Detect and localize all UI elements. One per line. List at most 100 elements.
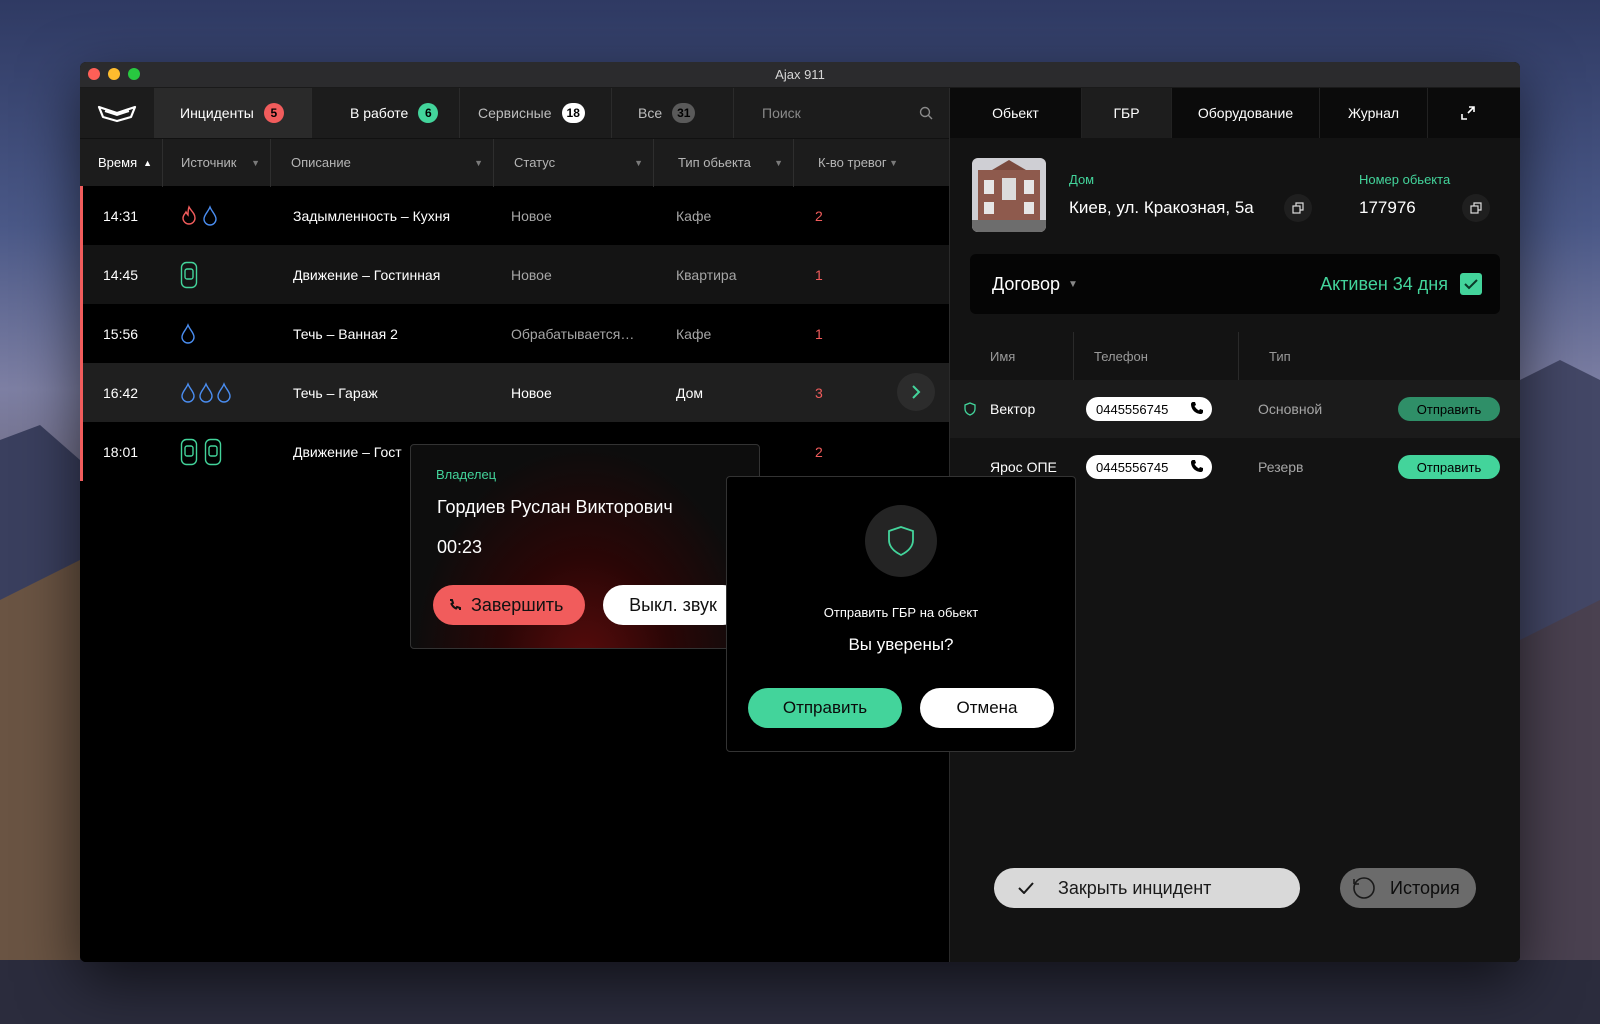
water-drop-icon [181,381,195,403]
row-source [180,186,218,245]
confirm-cancel-button[interactable]: Отмена [920,688,1054,728]
check-icon [1018,882,1034,894]
row-source [180,245,198,304]
column-alarm-count[interactable]: К-во тревог ▼ [794,139,924,187]
column-phone: Телефон [1074,332,1239,380]
confirm-dialog: Отправить ГБР на обьект Вы уверены? Отпр… [726,476,1076,752]
object-photo [972,158,1046,232]
confirm-question: Вы уверены? [848,635,954,654]
close-incident-label: Закрыть инцидент [1058,877,1212,898]
column-name: Имя [950,332,1074,380]
sort-asc-icon: ▲ [143,157,152,168]
phone-icon [1191,460,1203,472]
close-window-button[interactable] [88,68,100,80]
shield-icon [888,526,914,557]
row-description: Движение – Гост [293,443,402,460]
gbr-row[interactable]: Вектор 0445556745 Основной Отправить [950,380,1520,438]
sort-icon: ▼ [251,157,260,168]
check-icon [1464,279,1478,290]
chevron-down-icon: ▼ [1067,278,1078,290]
row-alarm-count: 1 [815,325,823,342]
column-description[interactable]: Описание ▼ [271,138,494,187]
shield-badge [865,505,937,577]
motion-sensor-icon [180,261,198,288]
tab-object[interactable]: Обьект [950,88,1082,138]
contract-active-checkbox[interactable] [1460,273,1482,295]
search-icon [919,106,933,120]
confirm-send-button[interactable]: Отправить [748,688,902,728]
contract-bar[interactable]: Договор ▼ Активен 34 дня [970,254,1500,314]
sort-icon: ▼ [474,157,483,168]
column-type: Тип [1269,348,1291,364]
in-progress-count-badge: 6 [418,103,439,123]
send-gbr-button[interactable]: Отправить [1398,455,1500,479]
call-phone-button[interactable]: 0445556745 [1086,397,1212,421]
row-object-type: Кафе [676,325,712,342]
zoom-window-button[interactable] [128,68,140,80]
end-call-button[interactable]: Завершить [433,585,585,625]
gbr-table-header: Имя Телефон Тип [950,332,1520,380]
history-button[interactable]: История [1340,868,1476,908]
object-address: Киев, ул. Кракозная, 5а [1069,198,1254,217]
minimize-window-button[interactable] [108,68,120,80]
tab-label: Все [638,105,663,121]
tab-journal[interactable]: Журнал [1320,88,1428,138]
window-title: Ajax 911 [775,67,825,82]
table-row[interactable]: 15:56 Течь – Ванная 2 Обрабатывается… Ка… [80,304,949,363]
close-incident-button[interactable]: Закрыть инцидент [994,868,1300,908]
row-status: Новое [511,207,552,224]
tab-equipment[interactable]: Оборудование [1172,88,1320,138]
tab-incidents[interactable]: Инциденты 5 [154,88,312,138]
column-label: Статус [514,155,556,170]
call-phone-button[interactable]: 0445556745 [1086,455,1212,479]
row-description: Течь – Ванная 2 [293,325,398,342]
history-label: История [1390,877,1460,898]
expand-button[interactable] [1428,88,1508,138]
send-gbr-button[interactable]: Отправить [1398,397,1500,421]
search-input[interactable]: Поиск [734,88,949,138]
row-source [180,363,232,422]
gbr-name: Ярос ОПЕ [990,459,1057,475]
gbr-phone: 0445556745 [1096,459,1169,475]
row-time: 14:31 [103,207,139,224]
hangup-icon [450,599,461,610]
owner-label: Владелец [436,467,497,482]
row-object-type: Квартира [676,266,737,283]
tab-all[interactable]: Все 31 [612,88,734,138]
copy-number-button[interactable] [1462,194,1490,222]
copy-address-button[interactable] [1284,194,1312,222]
tab-label: В работе [350,105,409,121]
history-icon [1353,877,1375,899]
column-object-type[interactable]: Тип обьекта ▼ [654,138,794,187]
tab-in-progress[interactable]: В работе 6 [312,88,460,138]
chevron-right-icon [912,385,921,399]
phone-icon [1191,402,1203,414]
incidents-count-badge: 5 [263,103,284,123]
motion-sensor-icon [180,438,198,465]
fire-icon [182,204,196,225]
gbr-phone: 0445556745 [1096,401,1169,417]
column-status[interactable]: Статус ▼ [494,138,654,187]
column-label: Источник [181,155,237,170]
service-count-badge: 18 [561,103,585,123]
column-time[interactable]: Время ▲ [80,138,163,187]
row-alarm-count: 3 [815,384,823,401]
water-drop-icon [217,381,231,403]
app-window: Ajax 911 Инциденты 5 В работе 6 Сервисны… [80,62,1520,962]
tab-gbr[interactable]: ГБР [1082,88,1172,138]
tab-service[interactable]: Сервисные 18 [460,88,612,138]
table-row-selected[interactable]: 16:42 Течь – Гараж Новое Дом 3 [80,363,949,422]
row-description: Движение – Гостинная [293,266,441,283]
confirm-message: Отправить ГБР на обьект [823,605,979,620]
copy-icon [1292,202,1304,214]
tab-label: Сервисные [478,105,552,121]
row-alarm-count: 2 [815,207,823,224]
row-status: Новое [511,266,552,283]
table-row[interactable]: 14:45 Движение – Гостинная Новое Квартир… [80,245,949,304]
column-source[interactable]: Источник ▼ [163,138,271,187]
row-object-type: Дом [676,384,704,401]
open-incident-button[interactable] [897,373,935,411]
mute-button[interactable]: Выкл. звук [603,585,743,625]
table-row[interactable]: 14:31 Задымленность – Кухня Новое Кафе 2 [80,186,949,245]
ajax-logo-icon[interactable] [80,88,154,138]
